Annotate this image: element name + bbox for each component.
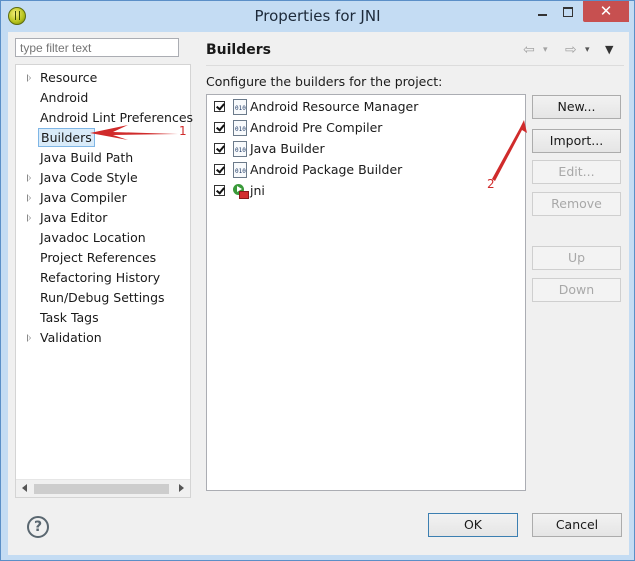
tree-item-label: Refactoring History xyxy=(40,270,161,285)
tree-item-label: Run/Debug Settings xyxy=(40,290,165,305)
scrollbar-thumb[interactable] xyxy=(34,484,169,494)
scroll-right-icon[interactable] xyxy=(179,484,184,492)
tree-item-label: Java Compiler xyxy=(40,190,127,205)
builder-checkbox[interactable] xyxy=(214,101,225,112)
view-menu-icon[interactable]: ▼ xyxy=(605,42,613,58)
tree-item-label: Builders xyxy=(38,128,95,147)
cancel-button[interactable]: Cancel xyxy=(532,513,622,537)
binary-file-icon xyxy=(233,99,247,115)
tree-item-label: Android Lint Preferences xyxy=(40,110,194,125)
up-button[interactable]: Up xyxy=(532,246,621,270)
annotation-label-2: 2 xyxy=(487,177,495,191)
filter-input[interactable] xyxy=(15,38,179,57)
tree-item-label: Java Build Path xyxy=(40,150,134,165)
builder-label: Android Resource Manager xyxy=(250,99,419,114)
binary-file-icon xyxy=(233,141,247,157)
builder-checkbox[interactable] xyxy=(214,122,225,133)
back-arrow-icon[interactable]: ⇦ xyxy=(523,42,535,58)
tree-item-label: Java Editor xyxy=(40,210,108,225)
builder-label: Java Builder xyxy=(250,141,325,156)
annotation-label-1: 1 xyxy=(179,124,187,138)
binary-file-icon xyxy=(233,120,247,136)
title-bar: Properties for JNI ✕ xyxy=(1,1,634,31)
tree-item-label: Java Code Style xyxy=(40,170,138,185)
expand-arrow-icon[interactable] xyxy=(27,334,31,342)
down-button[interactable]: Down xyxy=(532,278,621,302)
minimize-button[interactable] xyxy=(529,1,555,22)
builder-checkbox[interactable] xyxy=(214,143,225,154)
forward-arrow-icon[interactable]: ⇨ xyxy=(565,42,577,58)
ok-button[interactable]: OK xyxy=(428,513,518,537)
expand-arrow-icon[interactable] xyxy=(27,194,31,202)
new-button[interactable]: New... xyxy=(532,95,621,119)
title-separator xyxy=(206,65,624,66)
back-menu-chevron-icon[interactable]: ▾ xyxy=(543,42,548,58)
horizontal-scrollbar[interactable] xyxy=(16,479,190,497)
tree-item-label: Javadoc Location xyxy=(40,230,146,245)
property-pages-tree: Resource Android Android Lint Preference… xyxy=(15,64,194,498)
scroll-left-icon[interactable] xyxy=(22,484,27,492)
tree-item-label: Validation xyxy=(40,330,102,345)
external-tool-run-icon xyxy=(233,184,249,199)
builder-label: Android Package Builder xyxy=(250,162,403,177)
tree-item-label: Task Tags xyxy=(40,310,99,325)
page-title: Builders xyxy=(206,42,271,58)
edit-button[interactable]: Edit... xyxy=(532,160,621,184)
expand-arrow-icon[interactable] xyxy=(27,74,31,82)
tree-item-label: Android xyxy=(40,90,89,105)
import-button[interactable]: Import... xyxy=(532,129,621,153)
tree-item-label: Project References xyxy=(40,250,157,265)
builder-label: jni xyxy=(250,183,265,198)
remove-button[interactable]: Remove xyxy=(532,192,621,216)
builder-checkbox[interactable] xyxy=(214,185,225,196)
maximize-button[interactable] xyxy=(555,1,581,22)
dialog-body: Resource Android Android Lint Preference… xyxy=(8,32,629,555)
tree-item-label: Resource xyxy=(40,70,98,85)
forward-menu-chevron-icon[interactable]: ▾ xyxy=(585,42,590,58)
builders-caption: Configure the builders for the project: xyxy=(206,74,443,89)
close-button[interactable]: ✕ xyxy=(583,1,629,22)
properties-dialog: Properties for JNI ✕ Resource Android An… xyxy=(0,0,635,561)
builder-checkbox[interactable] xyxy=(214,164,225,175)
help-icon[interactable]: ? xyxy=(27,516,49,538)
history-navigation: ⇦ ▾ ⇨ ▾ ▼ xyxy=(523,42,621,58)
binary-file-icon xyxy=(233,162,247,178)
builder-label: Android Pre Compiler xyxy=(250,120,383,135)
expand-arrow-icon[interactable] xyxy=(27,214,31,222)
expand-arrow-icon[interactable] xyxy=(27,174,31,182)
builders-list: Android Resource Manager Android Pre Com… xyxy=(206,94,526,491)
